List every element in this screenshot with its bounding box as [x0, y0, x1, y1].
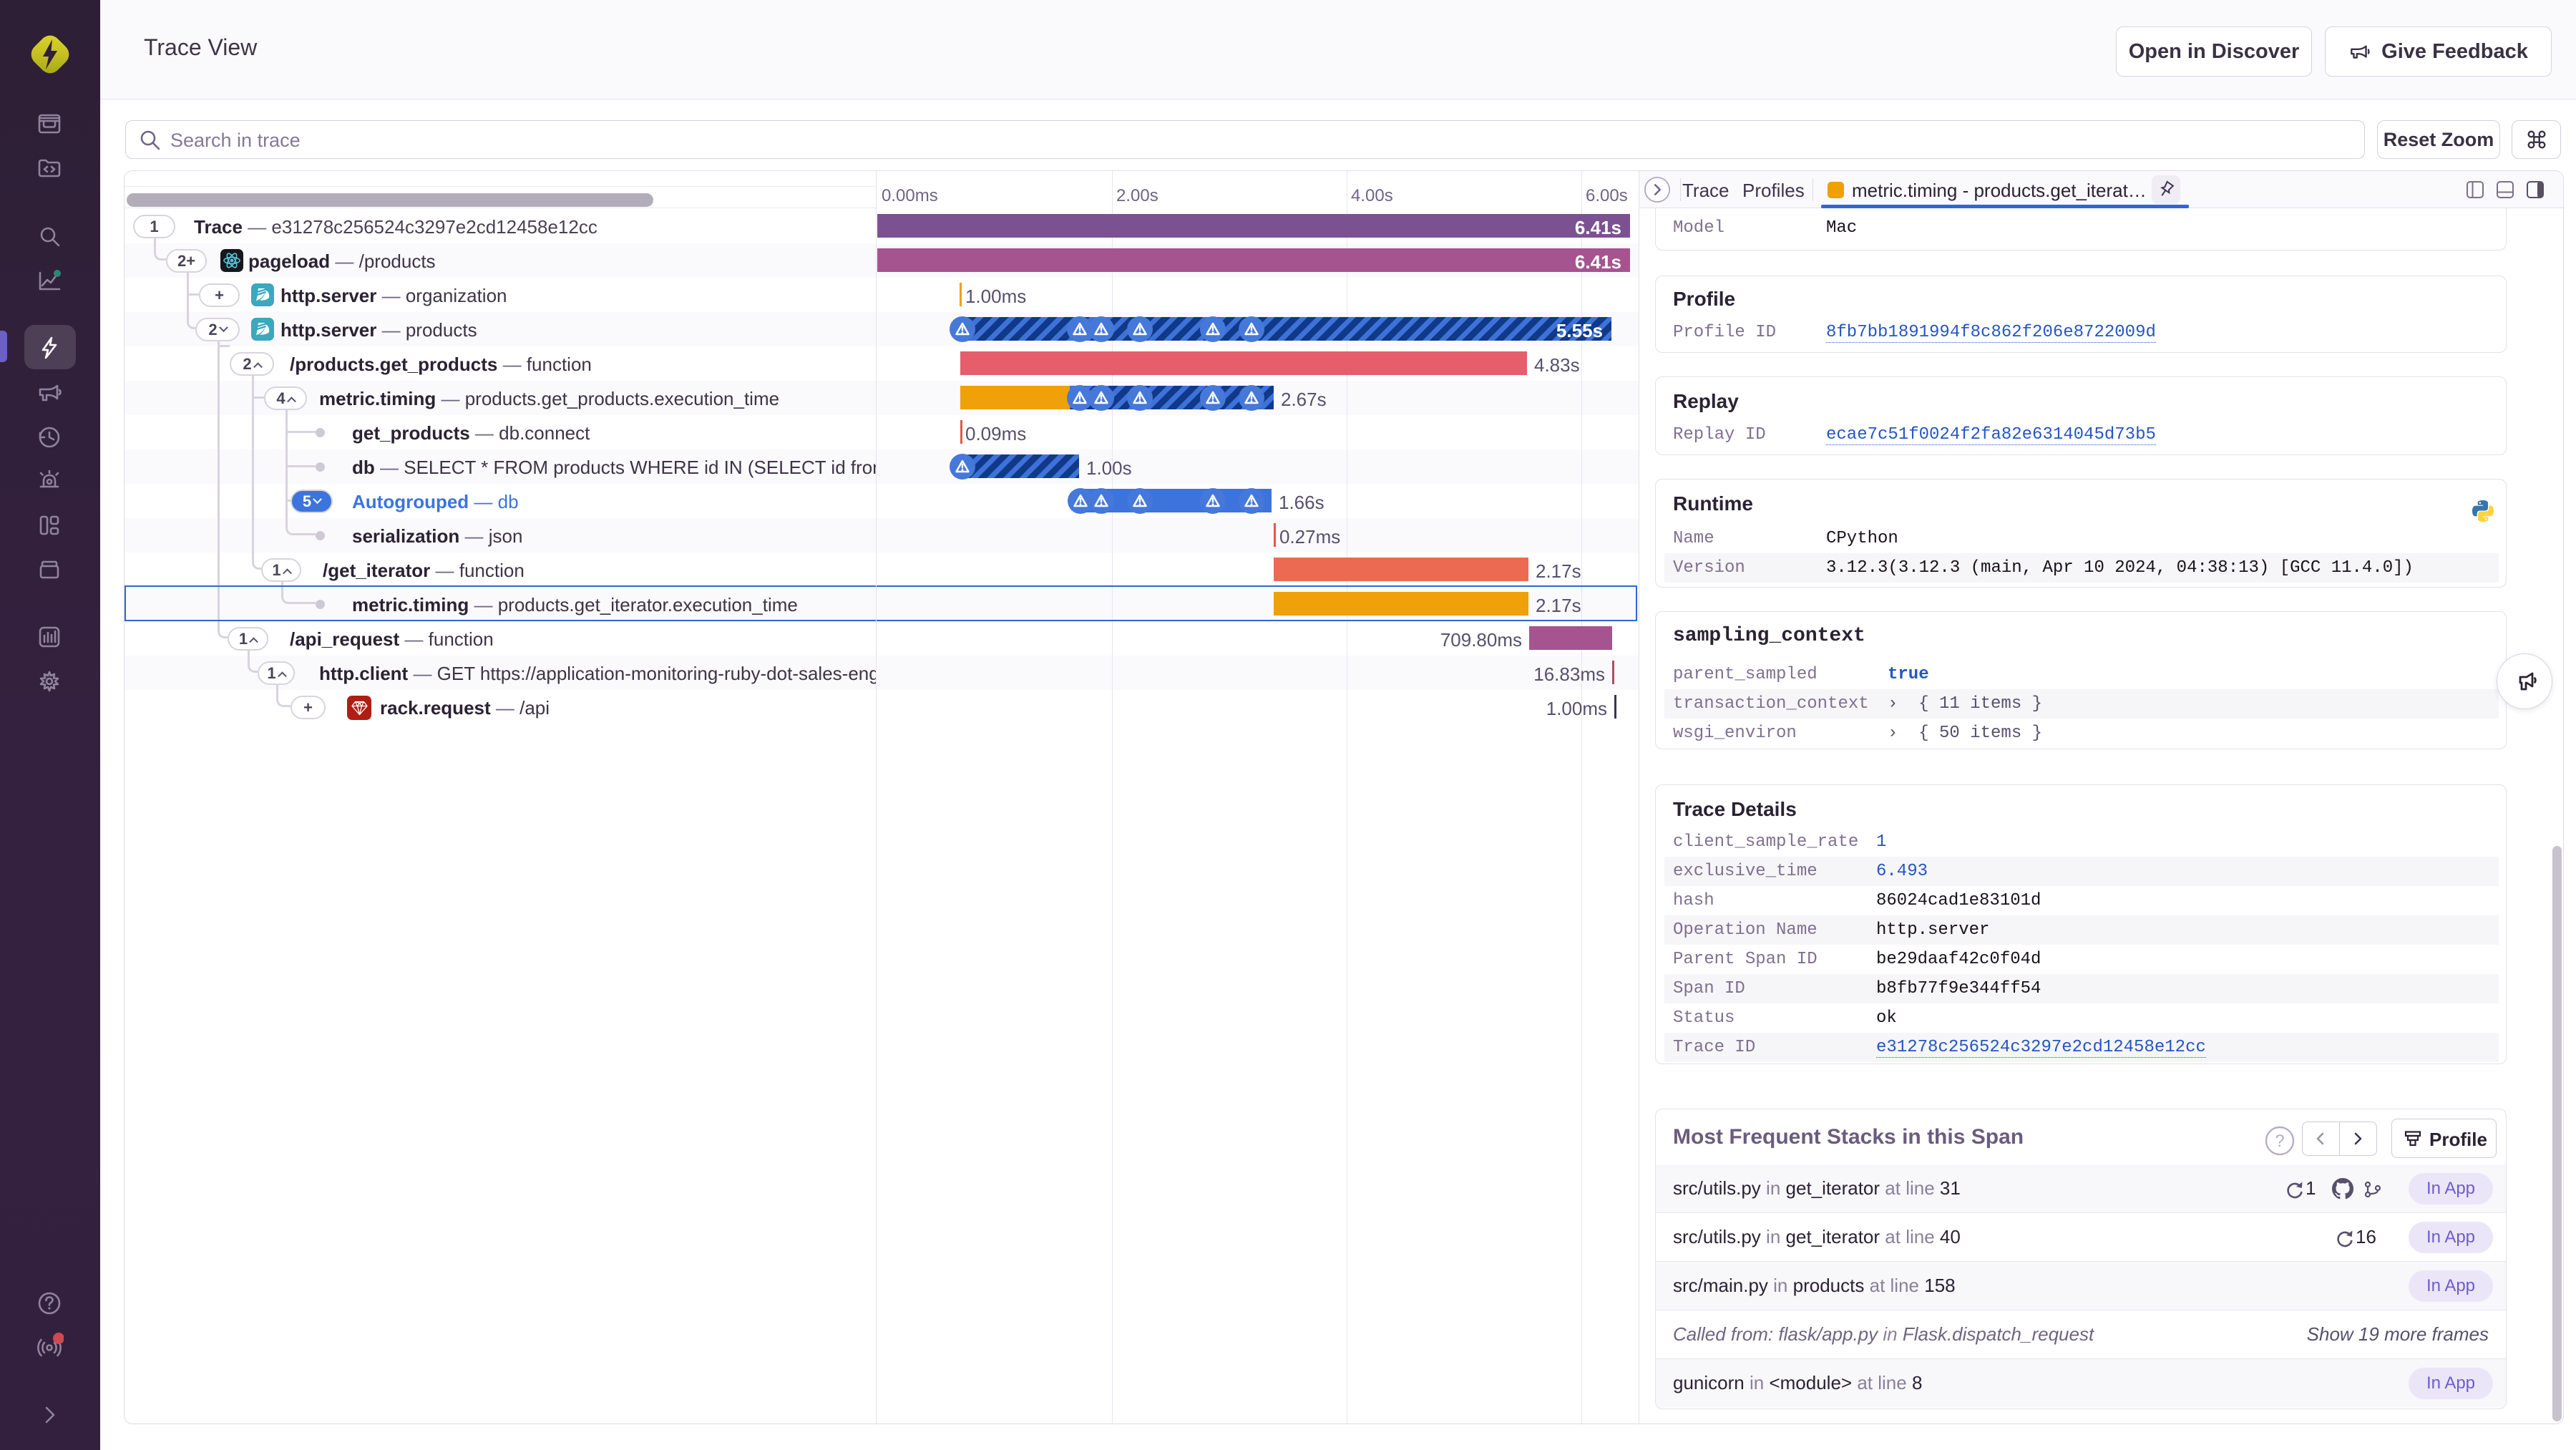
svg-text:?: ? — [2275, 1132, 2284, 1151]
